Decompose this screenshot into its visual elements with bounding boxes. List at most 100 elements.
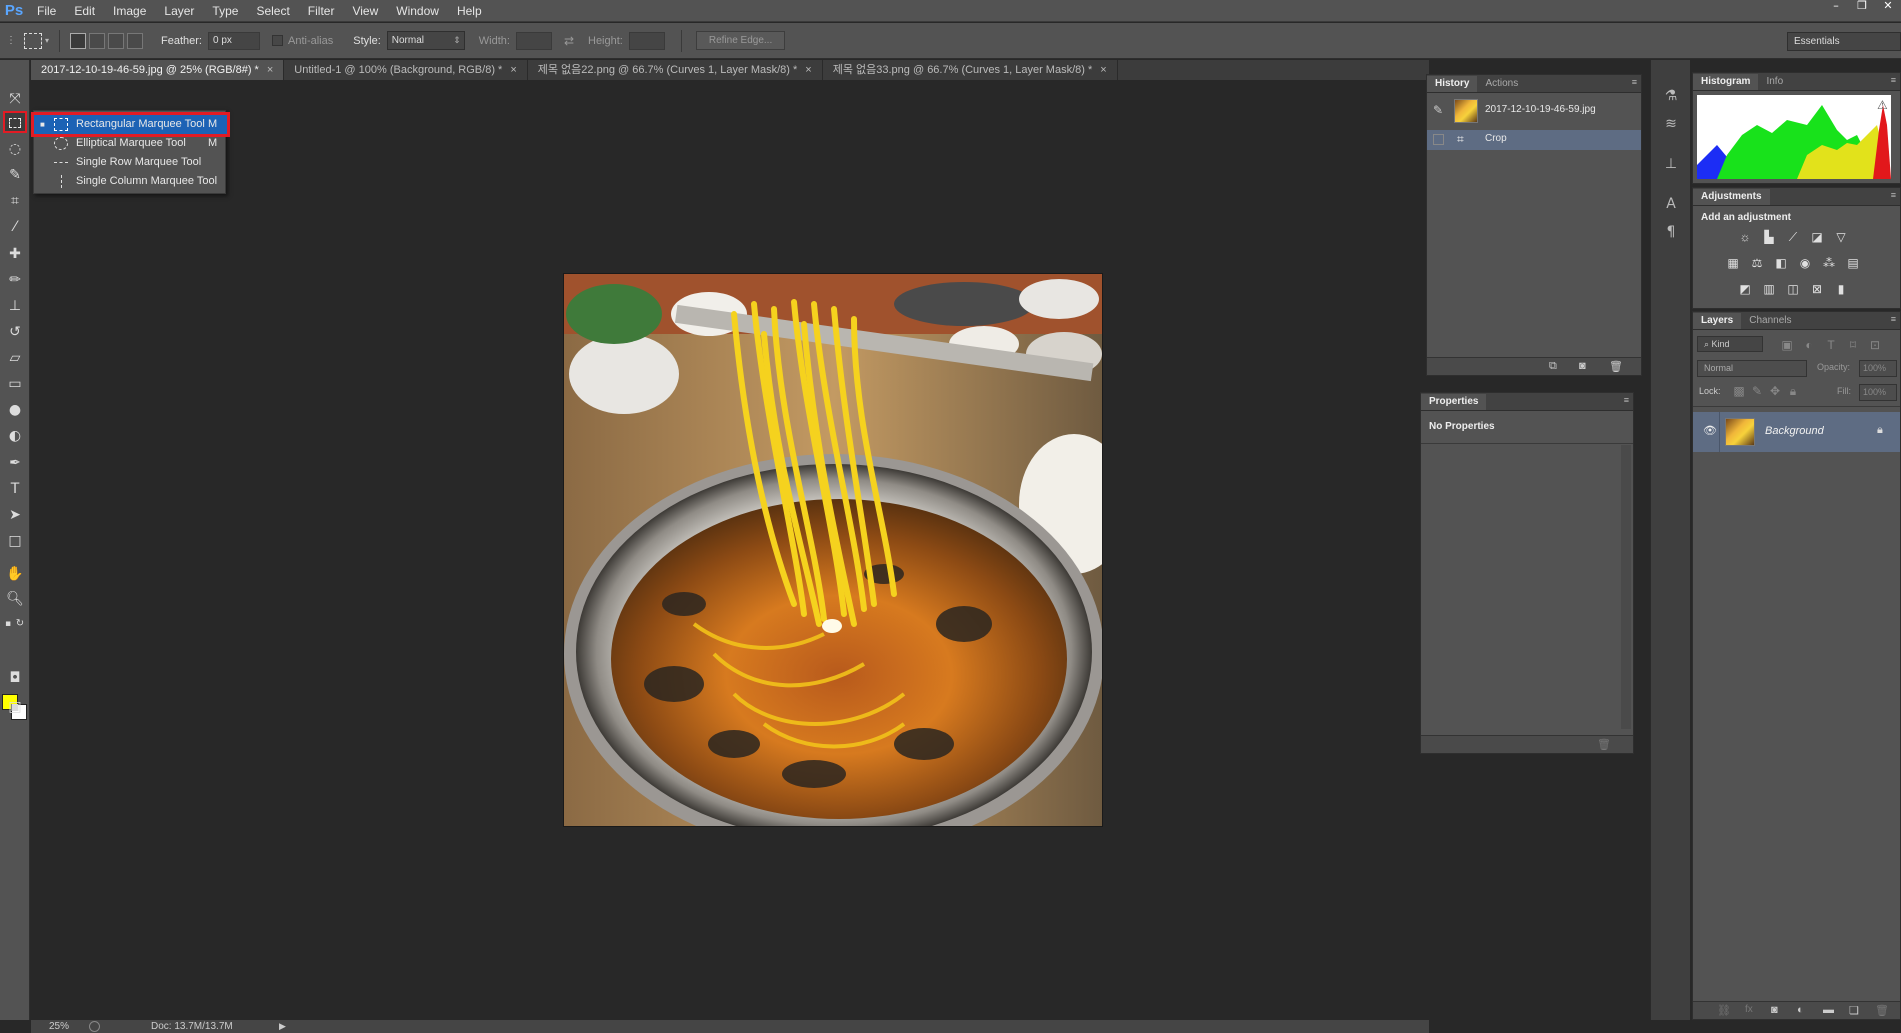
tab-channels[interactable]: Channels [1741, 313, 1799, 329]
flyout-single-column-marquee[interactable]: Single Column Marquee Tool [34, 172, 227, 191]
tab-document-3[interactable]: 제목 없음22.png @ 66.7% (Curves 1, Layer Mas… [528, 60, 823, 80]
healing-brush-tool-icon[interactable]: ✚ [3, 243, 27, 265]
threshold-icon[interactable]: ◫ [1785, 282, 1801, 296]
exposure-icon[interactable]: ◪ [1809, 230, 1825, 244]
lock-image-icon[interactable]: ✎ [1749, 384, 1765, 398]
color-balance-icon[interactable]: ⚖ [1749, 256, 1765, 270]
flyout-elliptical-marquee[interactable]: Elliptical Marquee Tool M [34, 134, 227, 153]
path-selection-tool-icon[interactable]: ➤ [3, 504, 27, 526]
tab-document-2[interactable]: Untitled-1 @ 100% (Background, RGB/8) * × [284, 60, 528, 80]
trash-icon[interactable]: 🗑︎ [1609, 360, 1623, 373]
tab-adjustments[interactable]: Adjustments [1693, 189, 1770, 205]
lock-all-icon[interactable]: 🔒︎ [1785, 384, 1801, 398]
properties-scrollbar[interactable] [1621, 445, 1631, 729]
document-image[interactable] [563, 273, 1103, 827]
smart-object-filter-icon[interactable]: ⊡ [1867, 338, 1883, 352]
zoom-tool-icon[interactable]: 🔍︎ [3, 588, 27, 610]
hue-saturation-icon[interactable]: ▦ [1725, 256, 1741, 270]
gradient-tool-icon[interactable]: ▭ [3, 373, 27, 395]
adjustment-layer-filter-icon[interactable]: ◐ [1801, 338, 1817, 352]
menu-layer[interactable]: Layer [155, 0, 203, 22]
blur-tool-icon[interactable]: ● [3, 399, 27, 421]
new-layer-icon[interactable]: ❏ [1849, 1004, 1859, 1017]
brush-tool-icon[interactable]: ✏ [3, 269, 27, 291]
menu-edit[interactable]: Edit [65, 0, 104, 22]
clone-stamp-tool-icon[interactable]: ⊥ [3, 295, 27, 317]
workspace-select[interactable]: Essentials [1787, 32, 1901, 51]
minimize-button[interactable]: – [1823, 0, 1849, 14]
close-icon[interactable]: × [267, 64, 273, 76]
history-step-checkbox[interactable] [1433, 134, 1444, 145]
flyout-single-row-marquee[interactable]: Single Row Marquee Tool [34, 153, 227, 172]
tool-preset-icon[interactable] [24, 32, 42, 49]
close-icon[interactable]: × [1100, 64, 1106, 76]
fill-input[interactable]: 100% [1859, 384, 1897, 401]
panel-menu-icon[interactable]: ≡ [1891, 75, 1896, 85]
character-icon[interactable]: A [1662, 196, 1680, 214]
eye-icon[interactable]: 👁︎ [1703, 424, 1717, 437]
add-to-selection-icon[interactable] [89, 32, 106, 49]
rectangle-tool-icon[interactable]: □ [3, 530, 27, 552]
panel-menu-icon[interactable]: ≡ [1891, 190, 1896, 200]
color-lookup-icon[interactable]: ▤ [1845, 256, 1861, 270]
feather-input[interactable]: 0 px [207, 31, 260, 50]
brightness-contrast-icon[interactable]: ☼ [1737, 230, 1753, 244]
eyedropper-tool-icon[interactable]: ⁄ [3, 216, 27, 238]
pixel-layer-filter-icon[interactable]: ▣ [1779, 338, 1795, 352]
close-icon[interactable]: × [510, 64, 516, 76]
lock-transparent-icon[interactable]: ▩ [1731, 384, 1747, 398]
refine-edge-button[interactable]: Refine Edge... [695, 31, 786, 50]
dodge-tool-icon[interactable]: ◐ [3, 425, 27, 447]
hand-tool-icon[interactable]: ✋ [3, 563, 27, 585]
pen-tool-icon[interactable]: ✒ [3, 452, 27, 474]
menu-view[interactable]: View [343, 0, 387, 22]
history-brush-source-icon[interactable]: ✎ [1433, 103, 1443, 117]
new-group-icon[interactable]: ▬ [1823, 1004, 1834, 1016]
restore-button[interactable]: ❐ [1849, 0, 1875, 14]
history-snapshot[interactable]: ✎ 2017-12-10-19-46-59.jpg [1427, 95, 1641, 127]
flyout-rectangular-marquee[interactable]: ■ Rectangular Marquee Tool M [31, 112, 230, 137]
new-adjustment-layer-icon[interactable]: ◐ [1797, 1004, 1804, 1016]
fx-icon[interactable]: fx [1745, 1004, 1753, 1015]
layer-row[interactable]: 👁︎ Background 🔒︎ [1693, 412, 1900, 452]
panel-menu-icon[interactable]: ≡ [1891, 314, 1896, 324]
default-colors-icon[interactable]: ▪ [2, 618, 14, 630]
tab-actions[interactable]: Actions [1477, 76, 1526, 92]
canvas-area[interactable] [31, 80, 1429, 1020]
subtract-selection-icon[interactable] [108, 32, 125, 49]
vibrance-icon[interactable]: ▽ [1833, 230, 1849, 244]
panel-menu-icon[interactable]: ≡ [1632, 77, 1637, 87]
crop-tool-icon[interactable]: ⌗ [3, 190, 27, 212]
invert-icon[interactable]: ◩ [1737, 282, 1753, 296]
curves-icon[interactable]: ⟋ [1785, 230, 1801, 244]
selective-color-icon[interactable]: ⊠ [1809, 282, 1825, 296]
tab-document-4[interactable]: 제목 없음33.png @ 66.7% (Curves 1, Layer Mas… [823, 60, 1118, 80]
add-mask-icon[interactable]: ◙ [1771, 1004, 1778, 1016]
black-white-icon[interactable]: ◧ [1773, 256, 1789, 270]
menu-help[interactable]: Help [448, 0, 491, 22]
tab-properties[interactable]: Properties [1421, 394, 1487, 410]
trash-icon[interactable]: 🗑︎ [1597, 738, 1611, 751]
lasso-tool-icon[interactable]: ◌ [3, 138, 27, 160]
quick-selection-tool-icon[interactable]: ✎ [3, 164, 27, 186]
clone-source-icon[interactable]: ⊥ [1662, 156, 1680, 174]
height-input[interactable] [628, 31, 665, 50]
channel-mixer-icon[interactable]: ⁂ [1821, 256, 1837, 270]
status-menu-arrow-icon[interactable]: ▶ [279, 1020, 286, 1033]
blend-mode-select[interactable]: Normal [1697, 360, 1807, 377]
screen-mode-icon[interactable]: ▣ [3, 696, 27, 718]
move-tool-icon[interactable]: ⤧ [3, 88, 27, 110]
photo-filter-icon[interactable]: ◉ [1797, 256, 1813, 270]
paragraph-icon[interactable]: ¶ [1662, 224, 1680, 242]
close-icon[interactable]: × [805, 64, 811, 76]
layer-filter-kind[interactable]: ⌕ Kind [1697, 336, 1763, 352]
close-button[interactable]: ✕ [1875, 0, 1901, 14]
link-layers-icon[interactable]: ⛓ [1717, 1004, 1731, 1017]
chevron-down-icon[interactable]: ▾ [45, 36, 49, 45]
tab-histogram[interactable]: Histogram [1693, 74, 1759, 90]
opacity-input[interactable]: 100% [1859, 360, 1897, 377]
antialias-checkbox[interactable] [271, 35, 283, 46]
gradient-map-icon[interactable]: ▮ [1833, 282, 1849, 296]
tab-info[interactable]: Info [1758, 74, 1791, 90]
type-layer-filter-icon[interactable]: T [1823, 338, 1839, 352]
